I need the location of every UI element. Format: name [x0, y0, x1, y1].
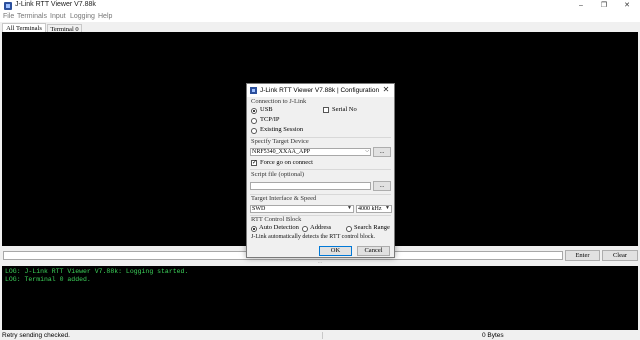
- log-panel: LOG: J-Link RTT Viewer V7.88k: Logging s…: [2, 266, 638, 330]
- log-line: LOG: Terminal 0 added.: [5, 276, 91, 283]
- log-line: LOG: J-Link RTT Viewer V7.88k: Logging s…: [5, 268, 189, 275]
- script-group-label: Script file (optional): [251, 171, 305, 178]
- target-group-label: Specify Target Device: [251, 138, 309, 145]
- menu-logging[interactable]: Logging: [70, 12, 95, 22]
- interface-value: SWD: [252, 206, 266, 212]
- radio-auto-detection[interactable]: [251, 226, 257, 232]
- ok-button[interactable]: OK: [319, 246, 352, 256]
- splitter-handle[interactable]: ···: [316, 261, 324, 266]
- chevron-down-icon: ▼: [385, 206, 390, 211]
- radio-usb[interactable]: [251, 108, 257, 114]
- target-device-dropdown[interactable]: NRF5340_XXAA_APP ⌵: [250, 148, 371, 156]
- force-go-checkbox[interactable]: ✓: [251, 160, 257, 166]
- window-title: J-Link RTT Viewer V7.88k: [15, 1, 96, 8]
- status-divider: [322, 332, 323, 339]
- dialog-app-icon: [250, 87, 257, 94]
- serial-no-checkbox[interactable]: [323, 107, 329, 113]
- dialog-titlebar: J-Link RTT Viewer V7.88k | Configuration…: [247, 84, 394, 97]
- cancel-button[interactable]: Cancel: [357, 246, 390, 256]
- menu-bar: File Terminals Input Logging Help: [0, 12, 640, 22]
- target-browse-button[interactable]: ...: [373, 147, 391, 157]
- radio-address-label: Address: [310, 224, 332, 231]
- rtt-note: J-Link automatically detects the RTT con…: [251, 234, 375, 240]
- radio-existing-session-label: Existing Session: [260, 126, 304, 133]
- tab-all-terminals[interactable]: All Terminals: [2, 23, 46, 32]
- radio-usb-label: USB: [260, 106, 273, 113]
- dialog-title: J-Link RTT Viewer V7.88k | Configuration: [260, 87, 380, 94]
- menu-terminals[interactable]: Terminals: [17, 12, 47, 22]
- serial-no-label: Serial No: [332, 106, 357, 113]
- rtt-group-label: RTT Control Block: [251, 216, 302, 223]
- window-titlebar: J-Link RTT Viewer V7.88k – ❐ ✕: [0, 0, 640, 12]
- chevron-down-icon: ⌵: [365, 149, 369, 154]
- menu-help[interactable]: Help: [98, 12, 112, 22]
- radio-search-range[interactable]: [346, 226, 352, 232]
- chevron-down-icon: ▼: [347, 206, 352, 211]
- speed-value: 4000 kHz: [358, 206, 382, 212]
- menu-input[interactable]: Input: [50, 12, 66, 22]
- script-browse-button[interactable]: ...: [373, 181, 391, 191]
- dialog-close-icon[interactable]: ✕: [381, 85, 391, 95]
- configuration-dialog: J-Link RTT Viewer V7.88k | Configuration…: [246, 83, 395, 258]
- radio-tcpip-label: TCP/IP: [260, 116, 280, 123]
- terminal-tabs: All Terminals Terminal 0: [0, 22, 640, 33]
- bytes-counter: 0 Bytes: [482, 332, 504, 339]
- speed-dropdown[interactable]: 4000 kHz ▼: [356, 205, 392, 213]
- restore-icon[interactable]: ❐: [593, 0, 615, 12]
- close-icon[interactable]: ✕: [616, 0, 638, 12]
- interface-dropdown[interactable]: SWD ▼: [250, 205, 354, 213]
- app-icon: [4, 2, 12, 10]
- radio-search-range-label: Search Range: [354, 224, 390, 231]
- clear-button[interactable]: Clear: [602, 250, 638, 261]
- force-go-label: Force go on connect: [260, 159, 313, 166]
- status-bar: Retry sending checked. 0 Bytes: [0, 331, 640, 340]
- script-file-input[interactable]: [250, 182, 371, 190]
- status-message: Retry sending checked.: [2, 332, 70, 339]
- radio-auto-detection-label: Auto Detection: [259, 224, 299, 231]
- target-device-value: NRF5340_XXAA_APP: [252, 149, 311, 155]
- interface-group-label: Target Interface & Speed: [251, 195, 317, 202]
- separator: [250, 169, 391, 170]
- connection-group-label: Connection to J-Link: [251, 98, 307, 105]
- radio-existing-session[interactable]: [251, 128, 257, 134]
- radio-tcpip[interactable]: [251, 118, 257, 124]
- menu-file[interactable]: File: [3, 12, 14, 22]
- radio-address[interactable]: [302, 226, 308, 232]
- enter-button[interactable]: Enter: [565, 250, 600, 261]
- minimize-icon[interactable]: –: [570, 0, 592, 12]
